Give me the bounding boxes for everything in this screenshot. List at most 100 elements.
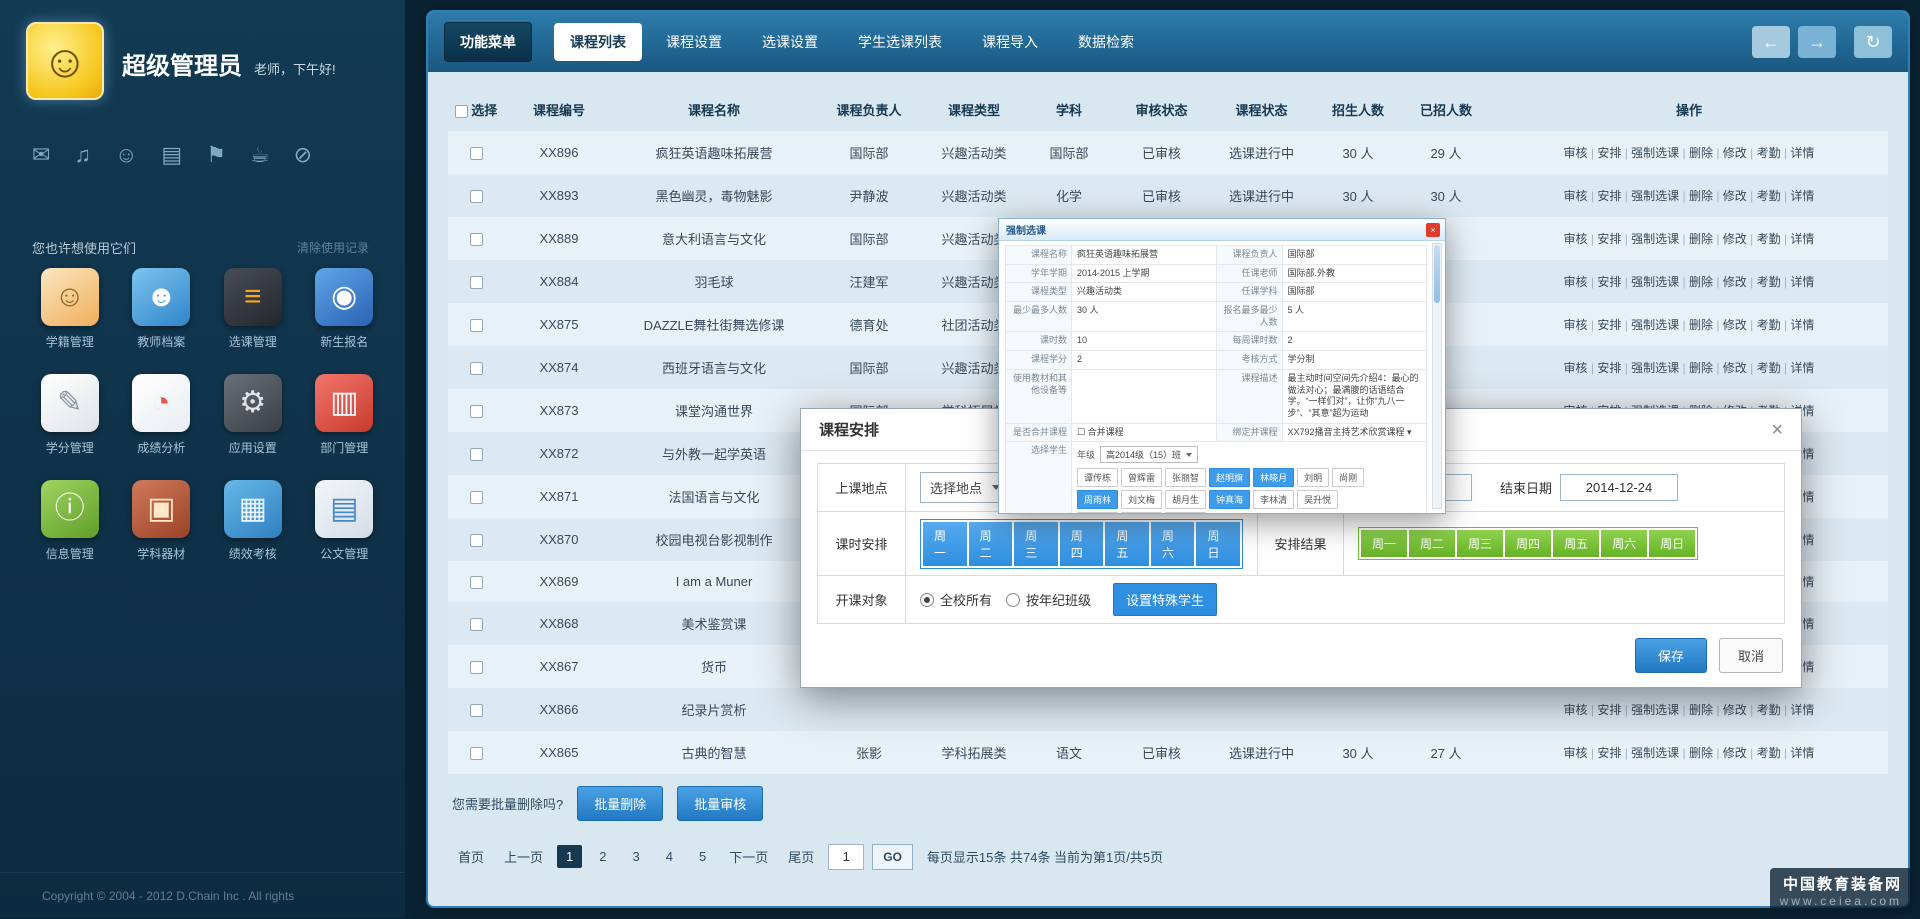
action-details[interactable]: 详情 [1781,232,1815,246]
weekday-chip[interactable]: 周五 [1105,522,1149,566]
weekday-chip[interactable]: 周二 [969,522,1013,566]
row-checkbox[interactable] [470,190,483,203]
action-audit[interactable]: 审核 [1564,361,1588,375]
action-audit[interactable]: 审核 [1564,746,1588,760]
scrollbar[interactable] [1432,243,1442,509]
batch-audit-button[interactable]: 批量审核 [677,786,763,821]
row-checkbox[interactable] [470,362,483,375]
row-checkbox[interactable] [470,661,483,674]
tab-selection-settings[interactable]: 选课设置 [746,23,834,61]
action-modify[interactable]: 修改 [1713,146,1747,160]
weekday-chip[interactable]: 周六 [1151,522,1195,566]
action-arrange[interactable]: 安排 [1588,361,1622,375]
weekday-result-chip[interactable]: 周三 [1457,530,1503,557]
student-chip[interactable]: 林晓月 [1253,468,1294,487]
weekday-result-chip[interactable]: 周四 [1505,530,1551,557]
app-course-selection[interactable]: ≡ 选课管理 [207,268,299,350]
action-force-select[interactable]: 强制选课 [1621,146,1679,160]
action-details[interactable]: 详情 [1781,275,1815,289]
action-modify[interactable]: 修改 [1713,275,1747,289]
back-button[interactable]: ← [1752,26,1790,58]
student-chip[interactable]: 杨梦瑶 [1165,512,1206,513]
tab-course-list[interactable]: 课程列表 [554,23,642,61]
action-force-select[interactable]: 强制选课 [1621,318,1679,332]
action-attendance[interactable]: 考勤 [1747,746,1781,760]
app-performance[interactable]: ▦ 绩效考核 [207,480,299,562]
tab-course-settings[interactable]: 课程设置 [650,23,738,61]
action-arrange[interactable]: 安排 [1588,189,1622,203]
goto-page-input[interactable] [828,844,864,870]
action-force-select[interactable]: 强制选课 [1621,361,1679,375]
action-details[interactable]: 详情 [1781,189,1815,203]
close-icon[interactable]: × [1771,420,1783,440]
page-last[interactable]: 尾页 [782,843,820,870]
page-number[interactable]: 3 [624,845,649,868]
page-number[interactable]: 4 [657,845,682,868]
action-arrange[interactable]: 安排 [1588,746,1622,760]
action-delete[interactable]: 删除 [1679,318,1713,332]
action-arrange[interactable]: 安排 [1588,232,1622,246]
page-number[interactable]: 1 [557,845,582,868]
action-attendance[interactable]: 考勤 [1747,146,1781,160]
end-date-input[interactable]: 2014-12-24 [1560,474,1678,501]
action-modify[interactable]: 修改 [1713,189,1747,203]
action-attendance[interactable]: 考勤 [1747,361,1781,375]
go-button[interactable]: GO [872,844,913,870]
student-chip[interactable]: 尚刚 [1332,468,1364,487]
page-prev[interactable]: 上一页 [498,843,549,870]
action-attendance[interactable]: 考勤 [1747,318,1781,332]
action-force-select[interactable]: 强制选课 [1621,275,1679,289]
folder-icon[interactable]: ▤ [161,142,182,168]
app-departments[interactable]: ▥ 部门管理 [299,374,391,456]
smiley-icon[interactable]: ☺ [115,142,137,168]
action-modify[interactable]: 修改 [1713,746,1747,760]
row-checkbox[interactable] [470,233,483,246]
close-icon[interactable]: × [1426,223,1440,237]
student-chip[interactable]: 李林清 [1253,490,1294,509]
student-chip[interactable]: 刘明 [1297,468,1329,487]
action-modify[interactable]: 修改 [1713,232,1747,246]
row-checkbox[interactable] [470,618,483,631]
action-audit[interactable]: 审核 [1564,146,1588,160]
action-arrange[interactable]: 安排 [1588,275,1622,289]
action-attendance[interactable]: 考勤 [1747,275,1781,289]
music-icon[interactable]: ♫ [74,142,91,168]
app-freshman-signup[interactable]: ◉ 新生报名 [299,268,391,350]
row-checkbox[interactable] [470,747,483,760]
row-checkbox[interactable] [470,534,483,547]
student-chip[interactable]: 兰晓天 [1121,512,1162,513]
weekday-chip[interactable]: 周日 [1196,522,1240,566]
tab-course-import[interactable]: 课程导入 [966,23,1054,61]
app-score-analysis[interactable]: ◔ 成绩分析 [116,374,208,456]
coffee-icon[interactable]: ☕ [250,142,270,168]
weekday-chip[interactable]: 周三 [1014,522,1058,566]
action-delete[interactable]: 删除 [1679,189,1713,203]
flag-icon[interactable]: ⚑ [206,142,226,168]
row-checkbox[interactable] [470,704,483,717]
cancel-button[interactable]: 取消 [1719,638,1783,673]
row-checkbox[interactable] [470,405,483,418]
weekday-chip[interactable]: 周四 [1060,522,1104,566]
special-students-button[interactable]: 设置特殊学生 [1113,583,1217,616]
function-menu-button[interactable]: 功能菜单 [444,22,532,62]
grade-select[interactable]: 高2014级（15）班 [1100,446,1198,463]
app-student-status[interactable]: ☺ 学籍管理 [24,268,116,350]
student-chip[interactable]: 赵明旗 [1209,468,1250,487]
action-force-select[interactable]: 强制选课 [1621,746,1679,760]
row-checkbox[interactable] [470,276,483,289]
action-modify[interactable]: 修改 [1713,361,1747,375]
action-delete[interactable]: 删除 [1679,746,1713,760]
radio-by-class[interactable]: 按年纪班级 [1006,590,1091,609]
action-audit[interactable]: 审核 [1564,189,1588,203]
action-attendance[interactable]: 考勤 [1747,232,1781,246]
select-all-checkbox[interactable] [455,105,468,118]
app-info[interactable]: ⓘ 信息管理 [24,480,116,562]
action-force-select[interactable]: 强制选课 [1621,232,1679,246]
location-select[interactable]: 选择地点 [920,472,1010,503]
action-arrange[interactable]: 安排 [1588,318,1622,332]
page-next[interactable]: 下一页 [723,843,774,870]
action-audit[interactable]: 审核 [1564,318,1588,332]
action-details[interactable]: 详情 [1781,146,1815,160]
action-details[interactable]: 详情 [1781,746,1815,760]
row-checkbox[interactable] [470,491,483,504]
